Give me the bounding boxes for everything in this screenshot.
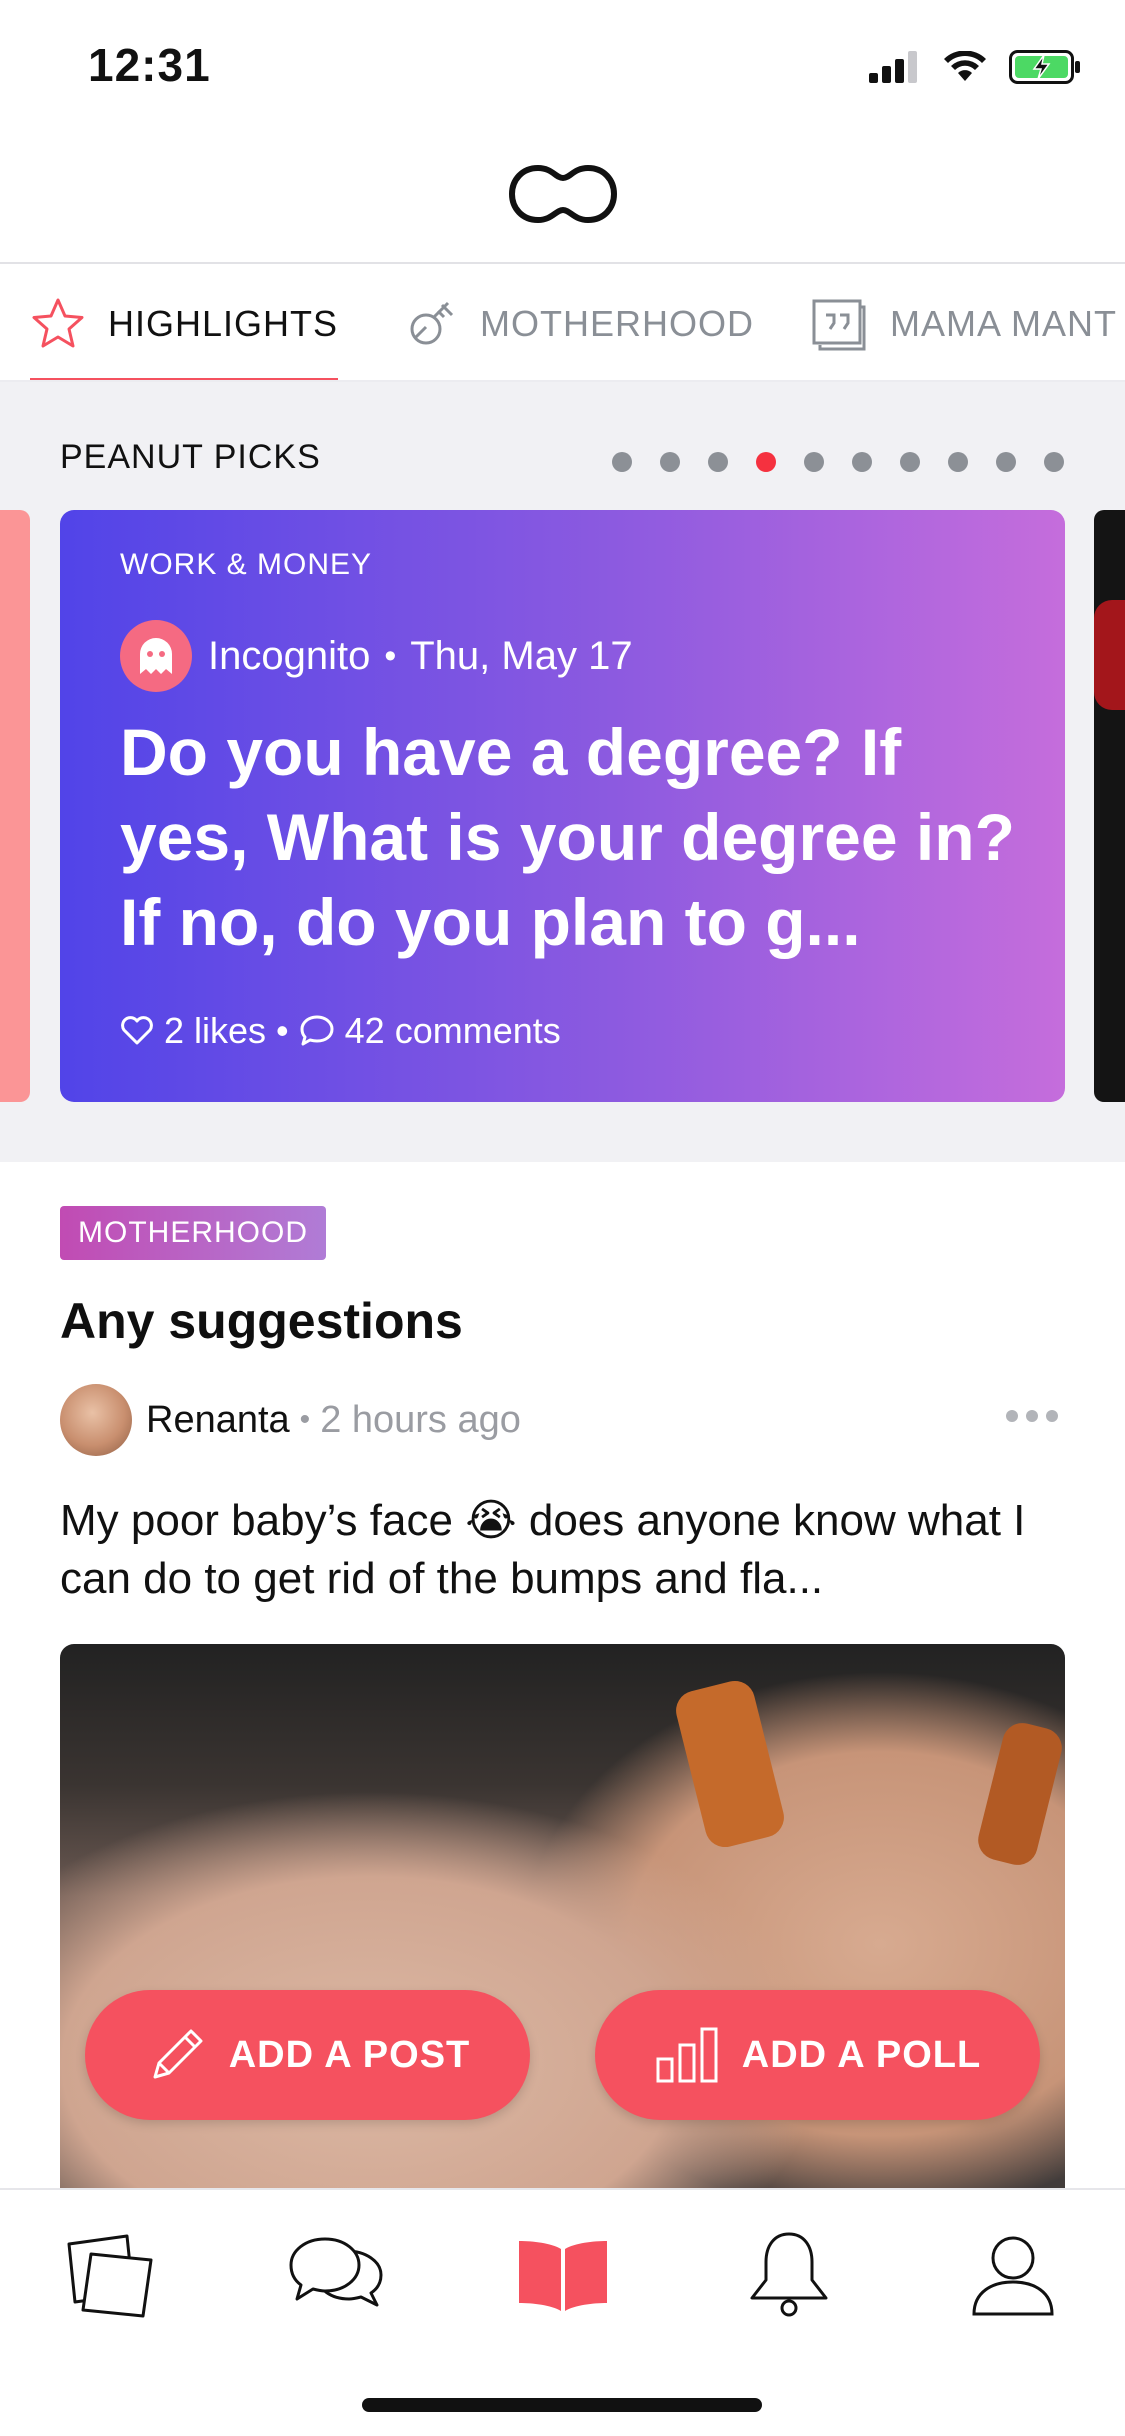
ghost-icon [120, 620, 192, 692]
add-post-label: ADD A POST [228, 2033, 471, 2076]
carousel-dot[interactable] [852, 452, 872, 472]
chat-icon [289, 2237, 383, 2307]
separator-dot: • [276, 1010, 289, 1051]
card-author: Incognito [208, 633, 371, 678]
tab-chat[interactable] [282, 2220, 392, 2330]
book-icon [519, 2241, 607, 2311]
pencil-icon [153, 2029, 203, 2079]
baby-bottle-icon [410, 301, 454, 345]
bell-icon [750, 2232, 828, 2317]
status-time: 12:31 [88, 39, 211, 91]
app-header [0, 132, 1125, 264]
card-stats: 2 likes • 42 comments [120, 1010, 561, 1052]
next-card-peek[interactable] [1094, 510, 1125, 1102]
carousel-dots [612, 452, 1064, 472]
avatar[interactable] [60, 1384, 132, 1456]
card-question: Do you have a degree? If yes, What is yo… [120, 715, 1015, 959]
tab-cards[interactable] [56, 2220, 166, 2330]
signal-icon [869, 51, 917, 83]
wifi-icon [944, 51, 986, 81]
heart-icon[interactable] [120, 1016, 154, 1046]
tab-notifications[interactable] [734, 2220, 844, 2330]
carousel-dot[interactable] [708, 452, 728, 472]
carousel-dot-active[interactable] [756, 452, 776, 472]
post-body: My poor baby’s face 😭 does anyone know w… [60, 1492, 1070, 1608]
carousel-dot[interactable] [1044, 452, 1064, 472]
carousel-dot[interactable] [660, 452, 680, 472]
image-detail [973, 1718, 1065, 1870]
separator-dot: • [299, 1403, 311, 1436]
carousel-dot[interactable] [996, 452, 1016, 472]
card-date: Thu, May 17 [410, 633, 633, 678]
post-author-row: Renanta • 2 hours ago [60, 1384, 521, 1456]
status-bar: 12:31 [0, 0, 1125, 132]
cards-icon [67, 2234, 153, 2318]
image-detail [671, 1676, 789, 1852]
status-icons [869, 50, 1081, 84]
post-body-text: My poor baby’s face [60, 1496, 453, 1545]
separator-dot: • [384, 636, 397, 675]
carousel-dot[interactable] [900, 452, 920, 472]
tab-profile[interactable] [958, 2220, 1068, 2330]
category-tabs: HIGHLIGHTS MOTHERHOOD MAMA MANT [0, 266, 1125, 382]
tab-highlights[interactable]: HIGHLIGHTS [30, 266, 339, 380]
post-title: Any suggestions [60, 1293, 463, 1349]
card-category: WORK & MONEY [120, 548, 373, 581]
quote-icon [812, 299, 866, 351]
carousel-dot[interactable] [804, 452, 824, 472]
previous-card-peek[interactable] [0, 510, 30, 1102]
comments-count: 42 comments [344, 1010, 561, 1051]
peanut-picks-title: PEANUT PICKS [60, 438, 321, 476]
carousel-dot[interactable] [948, 452, 968, 472]
add-poll-button[interactable]: ADD A POLL [595, 1990, 1040, 2120]
more-options-icon[interactable] [1006, 1410, 1058, 1422]
tab-mama-mantras-label: MAMA MANT [890, 303, 1118, 344]
crying-emoji: 😭 [465, 1496, 517, 1545]
post-timestamp: 2 hours ago [320, 1398, 521, 1441]
comment-icon[interactable] [299, 1014, 335, 1048]
peanut-logo-icon[interactable] [508, 162, 618, 226]
tab-highlights-label: HIGHLIGHTS [108, 303, 339, 344]
add-poll-label: ADD A POLL [741, 2033, 982, 2076]
tab-pages[interactable] [508, 2220, 618, 2330]
tab-motherhood[interactable]: MOTHERHOOD [404, 266, 754, 380]
profile-icon [972, 2236, 1054, 2316]
add-post-button[interactable]: ADD A POST [85, 1990, 530, 2120]
post-category-tag[interactable]: MOTHERHOOD [60, 1206, 326, 1260]
tab-mama-mantras[interactable]: MAMA MANT [810, 266, 1118, 380]
carousel-dot[interactable] [612, 452, 632, 472]
home-indicator[interactable] [362, 2398, 762, 2412]
poll-icon [656, 2027, 718, 2083]
battery-icon [1009, 50, 1080, 84]
pick-card[interactable]: WORK & MONEY Incognito • Thu, May 17 Do … [60, 510, 1065, 1102]
star-icon [32, 298, 84, 348]
likes-count: 2 likes [164, 1010, 267, 1051]
post-author-name[interactable]: Renanta [146, 1399, 290, 1442]
tab-motherhood-label: MOTHERHOOD [480, 303, 754, 344]
peanut-picks-section: PEANUT PICKS WORK & MONEY Incognito • Th… [0, 382, 1125, 1162]
card-meta: Incognito • Thu, May 17 [120, 620, 633, 692]
post-image[interactable] [60, 1644, 1065, 2204]
